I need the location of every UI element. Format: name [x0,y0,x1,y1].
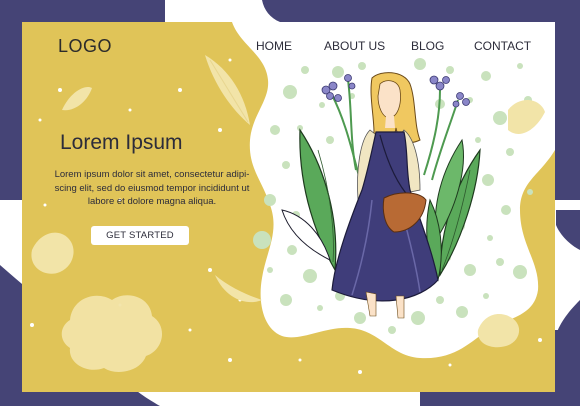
hero-title: Lorem Ipsum [60,131,183,154]
nav-contact[interactable]: CONTACT [474,39,531,53]
nav-blog[interactable]: BLOG [411,39,444,53]
nav-about-us[interactable]: ABOUT US [324,39,385,53]
get-started-button[interactable]: GET STARTED [91,226,189,245]
logo-text[interactable]: LOGO [58,36,112,57]
nav-home[interactable]: HOME [256,39,292,53]
hero-description: Lorem ipsum dolor sit amet, consectetur … [54,169,250,207]
top-navigation: HOME ABOUT US BLOG CONTACT [256,39,531,57]
